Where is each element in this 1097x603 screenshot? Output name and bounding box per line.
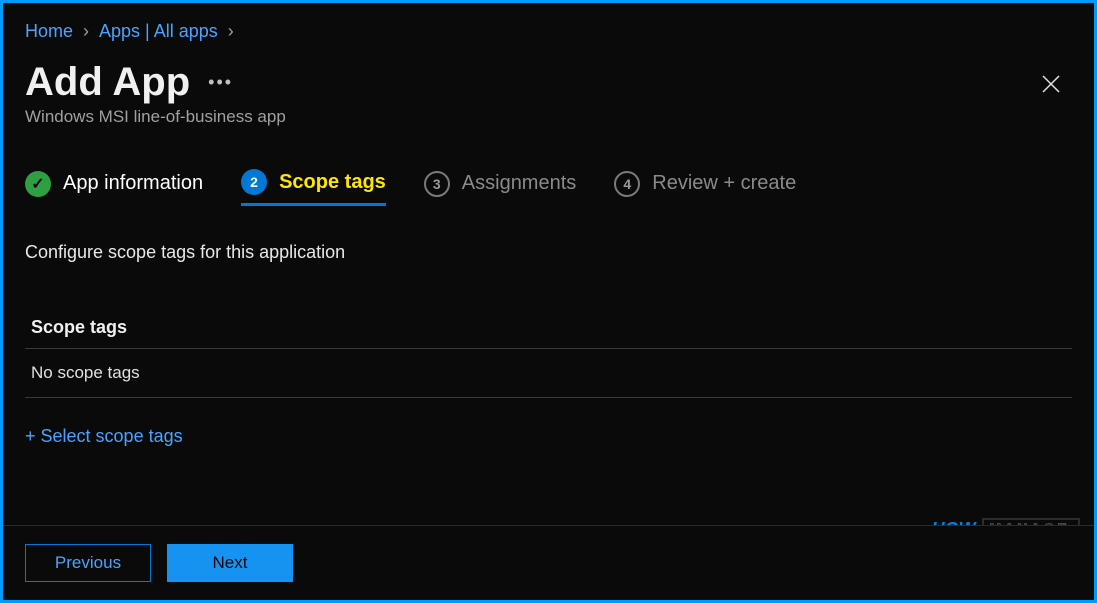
step-label: Scope tags xyxy=(279,171,386,194)
close-icon[interactable] xyxy=(1042,73,1060,99)
select-scope-tags-link[interactable]: + Select scope tags xyxy=(25,426,183,447)
chevron-right-icon: › xyxy=(83,21,89,42)
page-title: Add App xyxy=(25,60,190,105)
breadcrumb: Home › Apps | All apps › xyxy=(25,21,1072,42)
step-scope-tags[interactable]: 2 Scope tags xyxy=(241,169,386,206)
chevron-right-icon: › xyxy=(228,21,234,42)
page-subtitle: Windows MSI line-of-business app xyxy=(25,107,1072,127)
step-number-icon: 4 xyxy=(614,171,640,197)
more-icon[interactable]: ••• xyxy=(208,72,233,93)
footer: Previous Next xyxy=(3,525,1094,600)
step-number-icon: 2 xyxy=(241,169,267,195)
previous-button[interactable]: Previous xyxy=(25,544,151,582)
step-assignments[interactable]: 3 Assignments xyxy=(424,171,577,205)
breadcrumb-home[interactable]: Home xyxy=(25,21,73,42)
step-label: Assignments xyxy=(462,172,577,195)
step-label: Review + create xyxy=(652,172,796,195)
breadcrumb-apps[interactable]: Apps | All apps xyxy=(99,21,218,42)
wizard-steps: ✓ App information 2 Scope tags 3 Assignm… xyxy=(25,169,1072,206)
step-label: App information xyxy=(63,172,203,195)
table-header-scope-tags: Scope tags xyxy=(25,307,1072,349)
section-description: Configure scope tags for this applicatio… xyxy=(25,242,1072,263)
step-review-create[interactable]: 4 Review + create xyxy=(614,171,796,205)
step-app-information[interactable]: ✓ App information xyxy=(25,171,203,205)
table-row: No scope tags xyxy=(25,349,1072,398)
step-number-icon: 3 xyxy=(424,171,450,197)
next-button[interactable]: Next xyxy=(167,544,293,582)
checkmark-icon: ✓ xyxy=(25,171,51,197)
